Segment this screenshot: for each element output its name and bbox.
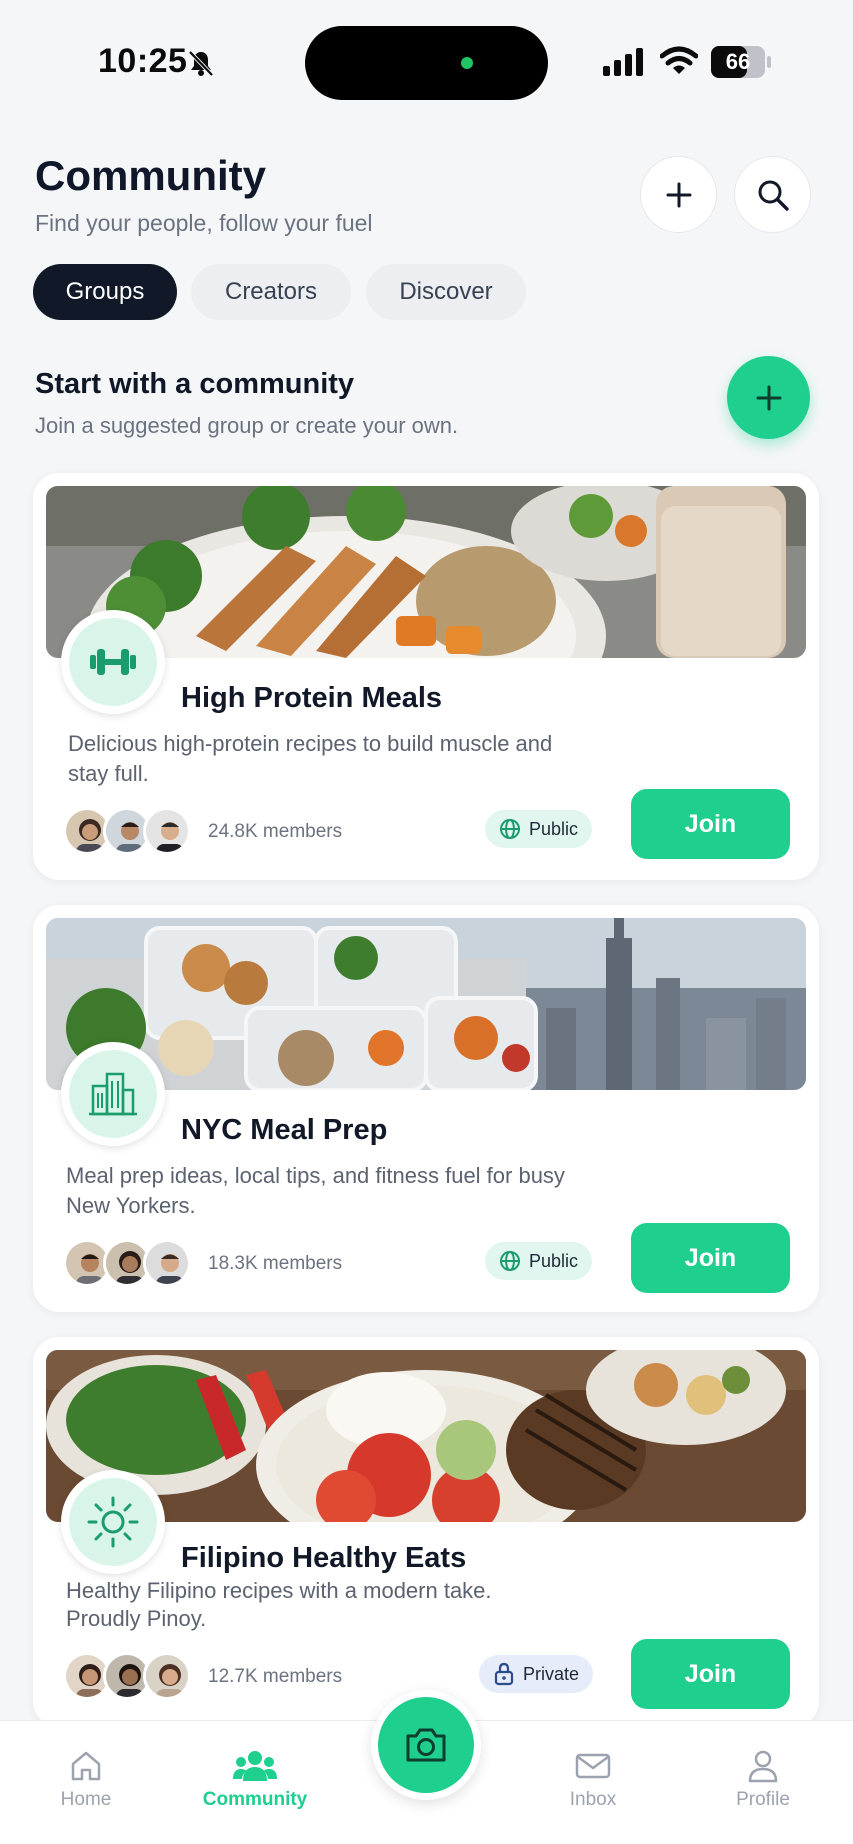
search-icon [758,180,789,211]
search-button[interactable] [734,156,811,233]
member-count: 24.8K members [208,821,343,842]
status-bar: 10:25 66 [0,0,853,125]
tab-groups[interactable]: Groups [33,264,177,320]
globe-icon [500,1251,520,1271]
nav-inbox-label: Inbox [569,1789,617,1810]
visibility-label: Public [529,818,579,839]
nav-inbox[interactable]: Inbox [528,1749,658,1811]
member-avatars [63,1239,193,1289]
camera-icon [406,1728,446,1762]
people-icon [233,1751,277,1781]
member-count: 12.7K members [208,1666,343,1687]
visibility-badge: Public [485,810,593,848]
group-card[interactable]: High Protein Meals Delicious high-protei… [33,473,819,880]
camera-indicator-dot [461,57,473,69]
dumbbell-icon [90,649,136,675]
dynamic-island [305,26,548,100]
tab-discover[interactable]: Discover [366,264,526,320]
nav-community-label: Community [202,1789,308,1810]
nav-profile-label: Profile [736,1789,790,1810]
group-banner-image [46,1350,806,1522]
globe-icon [500,819,520,839]
group-card[interactable]: Filipino Healthy Eats Healthy Filipino r… [33,1337,819,1727]
join-button[interactable]: Join [631,1223,790,1293]
page-subtitle: Find your people, follow your fuel [35,210,373,236]
tab-creators[interactable]: Creators [191,264,351,320]
group-avatar [61,1470,165,1574]
sun-icon [87,1496,139,1548]
group-description: Healthy Filipino recipes with a modern t… [66,1578,492,1631]
avatar [143,807,191,855]
member-avatars [63,807,193,857]
group-card[interactable]: NYC Meal Prep Meal prep ideas, local tip… [33,905,819,1312]
camera-button[interactable] [371,1690,481,1800]
status-time: 10:25 [98,42,188,80]
nav-profile[interactable]: Profile [698,1749,828,1811]
person-icon [748,1750,778,1783]
visibility-badge: Public [485,1242,593,1280]
group-avatar [61,610,165,714]
visibility-label: Public [529,1250,579,1271]
page-title: Community [35,152,266,199]
join-button[interactable]: Join [631,1639,790,1709]
group-title[interactable]: NYC Meal Prep [181,1114,387,1147]
home-icon [71,1751,101,1781]
avatar [143,1239,191,1287]
section-title: Start with a community [35,368,355,400]
group-avatar [61,1042,165,1146]
group-banner-image [46,918,806,1090]
battery-level: 66 [725,49,751,74]
section-subtitle: Join a suggested group or create your ow… [35,413,459,438]
group-banner-image [46,486,806,658]
bell-off-icon [188,50,214,77]
visibility-badge: Private [479,1655,594,1693]
join-button[interactable]: Join [631,789,790,859]
plus-icon [756,385,781,410]
member-avatars [63,1652,193,1702]
group-title[interactable]: High Protein Meals [181,682,442,715]
buildings-icon [89,1072,137,1116]
group-title[interactable]: Filipino Healthy Eats [181,1542,466,1575]
lock-icon [494,1662,514,1686]
create-button[interactable] [640,156,717,233]
group-description: Delicious high-protein recipes to build … [68,731,553,786]
wifi-icon [660,46,698,74]
member-count: 18.3K members [208,1253,343,1274]
visibility-label: Private [523,1663,580,1684]
nav-community[interactable]: Community [190,1749,320,1811]
create-group-button[interactable] [727,356,810,439]
plus-icon [666,182,691,207]
nav-home-label: Home [60,1789,112,1810]
group-description: Meal prep ideas, local tips, and fitness… [66,1163,565,1218]
avatar [143,1652,191,1700]
nav-home[interactable]: Home [21,1749,151,1811]
mail-icon [575,1753,611,1779]
signal-icon [603,48,643,76]
